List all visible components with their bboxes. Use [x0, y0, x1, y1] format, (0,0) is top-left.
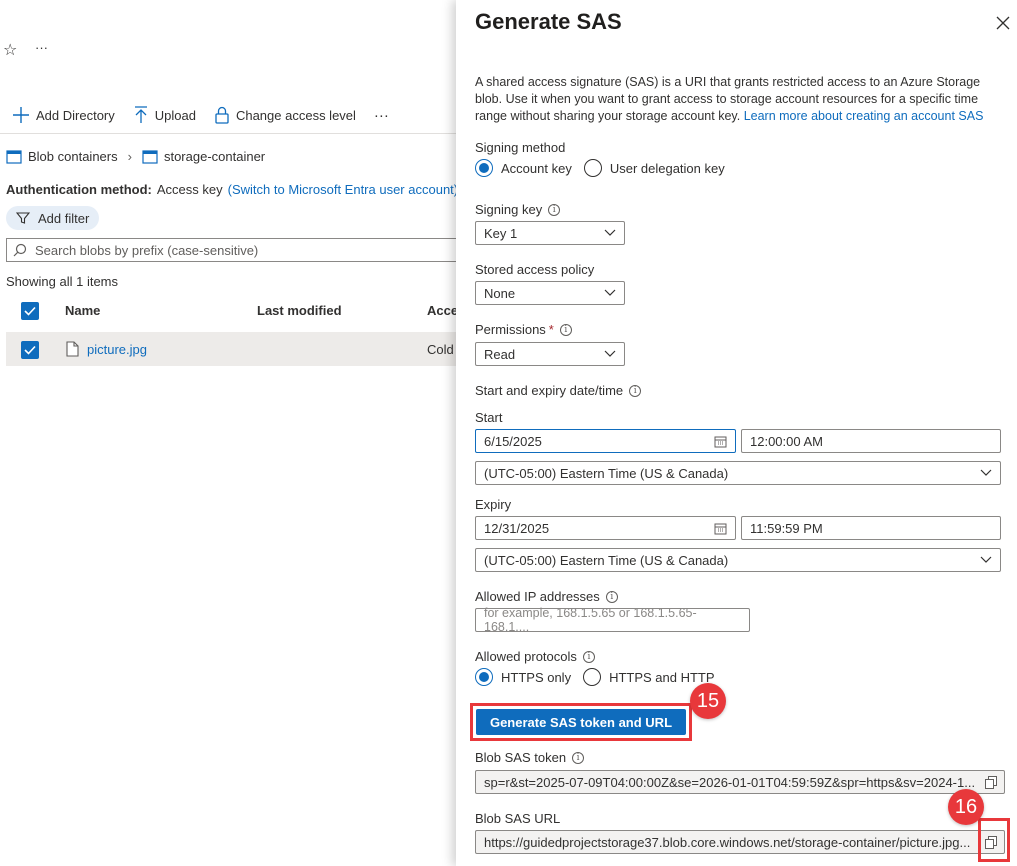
column-access-tier[interactable]: Acce [427, 303, 456, 318]
chevron-down-icon [604, 229, 616, 236]
blob-sas-url-field[interactable]: https://guidedprojectstorage37.blob.core… [475, 830, 1005, 854]
info-icon[interactable]: i [548, 203, 561, 216]
radio-user-delegation-key[interactable]: User delegation key [583, 159, 725, 177]
checkmark-icon [24, 306, 36, 316]
blob-sas-token-label: Blob SAS token i [475, 750, 585, 765]
panel-description: A shared access signature (SAS) is a URI… [475, 75, 984, 123]
add-directory-button[interactable]: Add Directory [12, 106, 115, 124]
chevron-down-icon [980, 469, 992, 476]
more-commands-icon[interactable]: ··· [374, 107, 389, 124]
generate-sas-button[interactable]: Generate SAS token and URL [476, 709, 686, 735]
auth-method: Authentication method: Access key (Switc… [6, 182, 456, 197]
signing-method-radios: Account key User delegation key [475, 159, 737, 177]
select-all-checkbox[interactable] [21, 302, 39, 320]
annotation-badge-15: 15 [690, 683, 726, 719]
breadcrumb: Blob containers › storage-container [6, 149, 265, 164]
items-count: Showing all 1 items [6, 274, 118, 289]
permissions-label: Permissions * i [475, 322, 572, 337]
generate-sas-panel: Generate SAS A shared access signature (… [456, 0, 1017, 866]
switch-auth-link[interactable]: (Switch to Microsoft Entra user account) [228, 182, 456, 197]
expiry-timezone-dropdown[interactable]: (UTC-05:00) Eastern Time (US & Canada) [475, 548, 1001, 572]
calendar-icon[interactable] [714, 435, 727, 448]
close-icon[interactable] [996, 16, 1010, 30]
calendar-icon[interactable] [714, 522, 727, 535]
expiry-label: Expiry [475, 497, 512, 512]
start-label: Start [475, 410, 503, 425]
file-icon [66, 341, 79, 357]
blob-list-pane: ☆ ··· Add Directory Upload Change access… [0, 0, 456, 866]
info-icon[interactable]: i [605, 590, 618, 603]
info-icon[interactable]: i [582, 650, 595, 663]
radio-https-only[interactable]: HTTPS only [475, 668, 571, 686]
info-icon[interactable]: i [559, 323, 572, 336]
container-icon [6, 149, 22, 164]
chevron-right-icon: › [127, 149, 132, 164]
divider [0, 133, 456, 134]
allowed-protocols-label: Allowed protocols i [475, 649, 595, 664]
access-tier-value: Cold [427, 342, 454, 357]
column-name[interactable]: Name [65, 303, 100, 318]
breadcrumb-current: storage-container [163, 149, 266, 164]
search-icon [13, 243, 27, 257]
filter-icon [16, 212, 30, 224]
allowed-ip-label: Allowed IP addresses i [475, 589, 618, 604]
datetime-label: Start and expiry date/time i [475, 383, 642, 398]
signing-key-dropdown[interactable]: Key 1 [475, 221, 625, 245]
learn-more-link[interactable]: Learn more about creating an account SAS [744, 109, 984, 123]
change-access-level-button[interactable]: Change access level [214, 106, 356, 124]
radio-https-and-http[interactable]: HTTPS and HTTP [583, 668, 715, 686]
start-date-input[interactable]: 6/15/2025 [475, 429, 736, 453]
chevron-down-icon [980, 556, 992, 563]
chevron-down-icon [604, 350, 616, 357]
start-time-input[interactable]: 12:00:00 AM [741, 429, 1001, 453]
copy-token-button[interactable] [978, 771, 1004, 793]
container-icon [142, 149, 158, 164]
search-blobs-input[interactable]: Search blobs by prefix (case-sensitive) [6, 238, 456, 262]
expiry-time-input[interactable]: 11:59:59 PM [741, 516, 1001, 540]
protocol-radios: HTTPS only HTTPS and HTTP [475, 668, 727, 686]
annotation-badge-16: 16 [948, 789, 984, 825]
annotation-box-16 [978, 818, 1010, 862]
blob-sas-token-field[interactable]: sp=r&st=2025-07-09T04:00:00Z&se=2026-01-… [475, 770, 1005, 794]
plus-icon [13, 107, 29, 123]
breadcrumb-blob-containers[interactable]: Blob containers [28, 149, 118, 164]
command-bar: Add Directory Upload Change access level… [12, 106, 389, 124]
row-checkbox[interactable] [21, 341, 39, 359]
radio-account-key[interactable]: Account key [475, 159, 572, 177]
panel-title: Generate SAS [475, 9, 622, 34]
info-icon[interactable]: i [572, 751, 585, 764]
favorite-star-icon[interactable]: ☆ [3, 40, 17, 60]
lock-icon [215, 106, 229, 124]
add-filter-button[interactable]: Add filter [6, 206, 100, 230]
top-more-icon[interactable]: ··· [35, 40, 48, 55]
start-timezone-dropdown[interactable]: (UTC-05:00) Eastern Time (US & Canada) [475, 461, 1001, 485]
blob-name-link[interactable]: picture.jpg [87, 342, 147, 357]
info-icon[interactable]: i [629, 384, 642, 397]
expiry-date-input[interactable]: 12/31/2025 [475, 516, 736, 540]
stored-policy-dropdown[interactable]: None [475, 281, 625, 305]
checkmark-icon [24, 345, 36, 355]
upload-icon [134, 106, 147, 123]
table-row[interactable]: picture.jpg Cold [6, 332, 456, 366]
signing-key-label: Signing key i [475, 202, 561, 217]
permissions-dropdown[interactable]: Read [475, 342, 625, 366]
stored-policy-label: Stored access policy [475, 262, 595, 277]
upload-button[interactable]: Upload [133, 106, 196, 124]
chevron-down-icon [604, 289, 616, 296]
blob-sas-url-label: Blob SAS URL [475, 811, 561, 826]
copy-icon [985, 775, 997, 789]
signing-method-label: Signing method [475, 140, 566, 155]
column-last-modified[interactable]: Last modified [257, 303, 342, 318]
allowed-ip-input[interactable]: for example, 168.1.5.65 or 168.1.5.65-16… [475, 606, 750, 634]
